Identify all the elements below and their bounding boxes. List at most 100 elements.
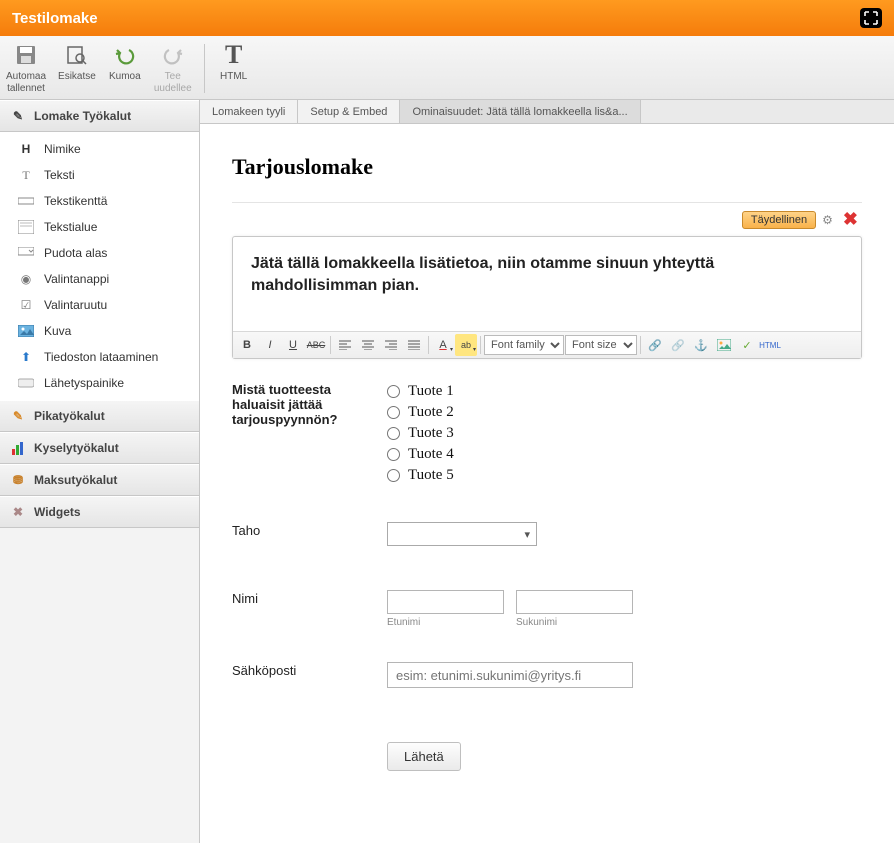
sidebar-item-label: Valintaruutu: [44, 298, 107, 312]
text-icon: T: [18, 167, 34, 183]
sidebar-section-survey-tools[interactable]: Kyselytyökalut: [0, 432, 199, 464]
radio-label: Tuote 4: [408, 446, 454, 463]
rte-toolbar: B I U ABC A▾ ab▾ Font family Font size: [233, 331, 861, 358]
tab-properties[interactable]: Ominaisuudet: Jätä tällä lomakkeella lis…: [400, 100, 640, 123]
sidebar-section-label: Lomake Työkalut: [34, 109, 131, 123]
radio-option[interactable]: Tuote 3: [387, 423, 862, 444]
sidebar-item-upload[interactable]: ⬆ Tiedoston lataaminen: [0, 344, 199, 370]
toolbar-save[interactable]: Automaa tallennet: [0, 38, 52, 99]
form-row-submit: Lähetä: [232, 688, 862, 771]
radio-input[interactable]: [387, 448, 400, 461]
radio-option[interactable]: Tuote 4: [387, 444, 862, 465]
save-icon: [13, 42, 39, 68]
field-control: ▾: [387, 522, 862, 546]
radio-input[interactable]: [387, 385, 400, 398]
font-size-select[interactable]: Font size: [565, 335, 637, 355]
toolbar-preview[interactable]: Esikatse: [52, 38, 102, 99]
last-name-input[interactable]: [516, 590, 633, 614]
underline-button[interactable]: U: [282, 334, 304, 356]
unlink-button[interactable]: 🔗: [667, 334, 689, 356]
sidebar-item-label: Kuva: [44, 324, 71, 338]
align-justify-button[interactable]: [403, 334, 425, 356]
last-name-col: Sukunimi: [516, 590, 633, 628]
field-control: [387, 662, 862, 688]
sidebar-item-radio[interactable]: ◉Valintanappi: [0, 266, 199, 292]
radio-option[interactable]: Tuote 5: [387, 465, 862, 486]
element-toolbar: Täydellinen ⚙ ✖: [232, 203, 862, 236]
upload-icon: ⬆: [18, 349, 34, 365]
email-input[interactable]: [387, 662, 633, 688]
tabs: Lomakeen tyyli Setup & Embed Ominaisuude…: [200, 100, 894, 124]
close-icon[interactable]: ✖: [839, 209, 862, 230]
tab-setup[interactable]: Setup & Embed: [298, 100, 400, 123]
sidebar-item-textfield[interactable]: Tekstikenttä: [0, 188, 199, 214]
toolbar-label: Tee uudellee: [154, 71, 192, 95]
toolbar-redo[interactable]: Tee uudellee: [148, 38, 198, 99]
rte-separator: [428, 336, 429, 354]
sidebar-section-payment-tools[interactable]: ⛃Maksutyökalut: [0, 464, 199, 496]
rte-separator: [330, 336, 331, 354]
wrench-icon: ✖: [10, 504, 26, 520]
radio-option[interactable]: Tuote 2: [387, 402, 862, 423]
sidebar-section-widgets[interactable]: ✖Widgets: [0, 496, 199, 528]
html-icon: T: [221, 42, 247, 68]
tab-label: Ominaisuudet: Jätä tällä lomakkeella lis…: [412, 106, 627, 118]
sidebar-item-textarea[interactable]: Tekstialue: [0, 214, 199, 240]
submit-button[interactable]: Lähetä: [387, 742, 461, 771]
sidebar-section-label: Maksutyökalut: [34, 473, 117, 487]
field-label: Taho: [232, 522, 387, 546]
toolbar-label: Kumoa: [109, 71, 141, 83]
radio-input[interactable]: [387, 469, 400, 482]
preview-icon: [64, 42, 90, 68]
taho-select[interactable]: ▾: [387, 522, 537, 546]
sidebar-item-label: Tiedoston lataaminen: [44, 350, 158, 364]
sidebar-item-checkbox[interactable]: ☑Valintaruutu: [0, 292, 199, 318]
font-family-select[interactable]: Font family: [484, 335, 564, 355]
complete-button[interactable]: Täydellinen: [742, 211, 816, 229]
cleanup-button[interactable]: ✓: [736, 334, 758, 356]
heading-icon: H: [18, 141, 34, 157]
sidebar-section-form-tools[interactable]: ✎ Lomake Työkalut: [0, 100, 199, 132]
italic-button[interactable]: I: [259, 334, 281, 356]
toolbar-html[interactable]: T HTML: [211, 38, 257, 99]
sidebar-item-dropdown[interactable]: Pudota alas: [0, 240, 199, 266]
align-center-button[interactable]: [357, 334, 379, 356]
gear-icon[interactable]: ⚙: [822, 213, 833, 227]
sidebar-section-quick-tools[interactable]: ✎Pikatyökalut: [0, 400, 199, 432]
link-button[interactable]: 🔗: [644, 334, 666, 356]
bold-button[interactable]: B: [236, 334, 258, 356]
image-button[interactable]: [713, 334, 735, 356]
text-color-button[interactable]: A▾: [432, 334, 454, 356]
align-right-button[interactable]: [380, 334, 402, 356]
toolbar-label: Esikatse: [58, 71, 96, 83]
sidebar-item-image[interactable]: Kuva: [0, 318, 199, 344]
first-name-input[interactable]: [387, 590, 504, 614]
field-control: Etunimi Sukunimi: [387, 590, 862, 628]
highlight-button[interactable]: ab▾: [455, 334, 477, 356]
rte-content[interactable]: Jätä tällä lomakkeella lisätietoa, niin …: [233, 237, 861, 331]
radio-input[interactable]: [387, 427, 400, 440]
toolbar-undo[interactable]: Kumoa: [102, 38, 148, 99]
rte-separator: [640, 336, 641, 354]
radio-option[interactable]: Tuote 1: [387, 381, 862, 402]
expand-icon[interactable]: [860, 8, 882, 28]
form-row-email: Sähköposti: [232, 628, 862, 688]
align-left-button[interactable]: [334, 334, 356, 356]
radio-input[interactable]: [387, 406, 400, 419]
content: Lomakeen tyyli Setup & Embed Ominaisuude…: [200, 100, 894, 843]
sidebar-item-label: Tekstikenttä: [44, 194, 107, 208]
sidebar-item-text[interactable]: TTeksti: [0, 162, 199, 188]
anchor-button[interactable]: ⚓: [690, 334, 712, 356]
sidebar-item-label: Nimike: [44, 142, 81, 156]
sidebar-item-submit[interactable]: Lähetyspainike: [0, 370, 199, 396]
html-source-button[interactable]: HTML: [759, 334, 781, 356]
radio-label: Tuote 1: [408, 383, 454, 400]
tab-label: Setup & Embed: [310, 106, 387, 118]
strikethrough-button[interactable]: ABC: [305, 334, 327, 356]
toolbar-label: HTML: [220, 71, 247, 83]
radio-label: Tuote 3: [408, 425, 454, 442]
dropdown-icon: [18, 245, 34, 261]
sidebar-item-heading[interactable]: H Nimike: [0, 136, 199, 162]
tab-style[interactable]: Lomakeen tyyli: [200, 100, 298, 123]
sidebar-section-label: Pikatyökalut: [34, 409, 105, 423]
